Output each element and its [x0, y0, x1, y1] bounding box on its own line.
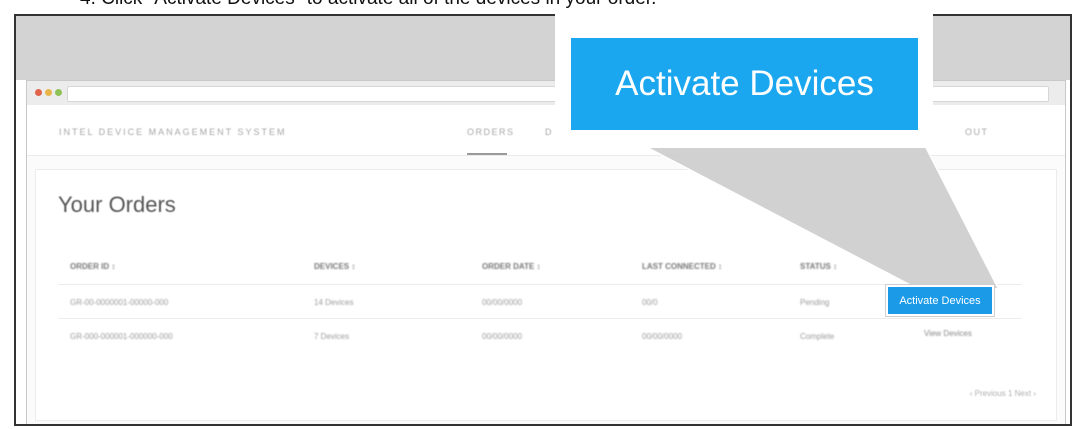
- activate-devices-button[interactable]: Activate Devices: [886, 285, 994, 316]
- activate-devices-zoomed-button[interactable]: Activate Devices: [571, 38, 918, 130]
- instruction-text: 4. Click "Activate Devices" to activate …: [80, 0, 656, 10]
